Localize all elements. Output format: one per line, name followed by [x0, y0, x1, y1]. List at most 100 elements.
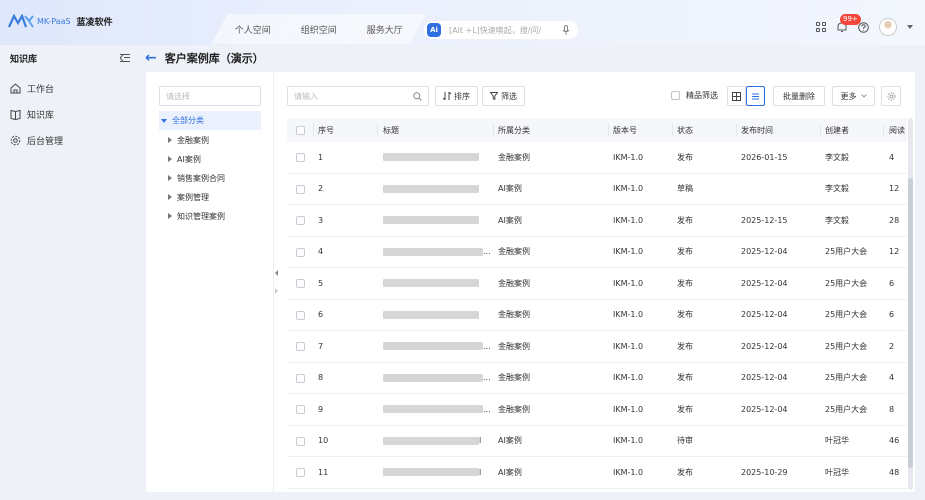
sort-button[interactable]: 排序 — [435, 86, 478, 106]
sidebar-item-admin[interactable]: 后台管理 — [0, 127, 140, 153]
microphone-icon[interactable] — [562, 25, 570, 35]
nav-tab-service-hall[interactable]: 服务大厅 — [344, 14, 426, 44]
row-title-tail[interactable]: ... — [483, 373, 491, 382]
row-title-tail[interactable]: ... — [483, 342, 491, 351]
vertical-scrollbar[interactable] — [908, 118, 913, 490]
row-version: IKM-1.0 — [613, 404, 644, 414]
chevron-down-icon[interactable] — [907, 25, 913, 29]
column-header-status[interactable]: 状态 — [677, 125, 693, 136]
column-header-creator[interactable]: 创建者 — [825, 125, 849, 136]
row-checkbox[interactable] — [296, 468, 305, 477]
title-redaction[interactable] — [383, 373, 483, 382]
row-checkbox[interactable] — [296, 216, 305, 225]
tree-node[interactable]: 案例管理 — [168, 188, 209, 206]
row-checkbox[interactable] — [296, 279, 305, 288]
row-checkbox[interactable] — [296, 153, 305, 162]
row-title-tail[interactable]: ... — [483, 405, 491, 414]
sidebar-item-workbench[interactable]: 工作台 — [0, 75, 140, 101]
table-row[interactable]: 8... 金融案例 IKM-1.0 发布 2025-12-04 25用户大会 4 — [287, 363, 907, 394]
help-icon[interactable] — [858, 21, 869, 33]
title-redaction[interactable] — [383, 247, 483, 256]
row-category: 金融案例 — [498, 152, 530, 162]
table-row[interactable]: 10 l AI案例 IKM-1.0 待审 叶冠华 46 — [287, 426, 907, 457]
title-redaction[interactable] — [383, 279, 479, 288]
tree-node-root[interactable]: 全部分类 — [159, 111, 261, 130]
table-row[interactable]: 6 金融案例 IKM-1.0 发布 2025-12-04 25用户大会 6 — [287, 300, 907, 331]
search-input[interactable]: 请输入 — [287, 86, 429, 106]
table-row[interactable]: 1 金融案例 IKM-1.0 发布 2026-01-15 李文毅 4 — [287, 142, 907, 174]
row-checkbox[interactable] — [296, 342, 305, 351]
table-row[interactable]: 2 AI案例 IKM-1.0 草稿 李文毅 12 — [287, 174, 907, 205]
row-no: 5 — [318, 278, 324, 288]
title-redaction[interactable] — [383, 468, 479, 477]
ai-icon[interactable]: Ai — [427, 23, 441, 37]
tree-node[interactable]: 金融案例 — [168, 131, 209, 149]
caret-right-icon[interactable] — [168, 213, 172, 219]
table-row[interactable]: 11 l AI案例 IKM-1.0 发布 2025-10-29 叶冠华 48 — [287, 457, 907, 489]
table-row[interactable]: 9... 金融案例 IKM-1.0 发布 2025-12-04 25用户大会 8 — [287, 394, 907, 426]
caret-right-icon[interactable] — [168, 156, 172, 162]
logo[interactable]: MK-PaaS 蓝凌软件 — [8, 14, 113, 28]
caret-right-icon[interactable] — [168, 194, 172, 200]
premium-filter-checkbox[interactable]: 精品筛选 — [671, 90, 718, 101]
row-title-tail[interactable]: ... — [483, 247, 491, 256]
title-redaction[interactable] — [383, 184, 479, 193]
title-redaction[interactable] — [383, 342, 483, 351]
column-header-version[interactable]: 版本号 — [613, 125, 637, 136]
scrollbar-thumb[interactable] — [908, 178, 913, 468]
title-redaction[interactable] — [383, 436, 479, 445]
tree-node[interactable]: 知识管理案例 — [168, 207, 225, 225]
row-title-tail[interactable]: l — [479, 436, 481, 445]
collapse-menu-icon[interactable] — [120, 54, 130, 62]
list-view-button[interactable] — [746, 86, 765, 106]
row-checkbox[interactable] — [296, 310, 305, 320]
apps-grid-icon[interactable] — [816, 22, 826, 32]
row-checkbox[interactable] — [296, 405, 305, 414]
row-checkbox[interactable] — [296, 184, 305, 194]
row-publish-time: 2025-12-04 — [741, 247, 788, 257]
collapse-left-icon[interactable] — [275, 270, 278, 276]
grid-view-button[interactable] — [727, 86, 746, 106]
select-all-checkbox[interactable] — [296, 126, 305, 135]
column-header-title[interactable]: 标题 — [383, 125, 399, 136]
quick-search-input[interactable]: Ai [Alt +L]快速唤起，搜/问/ — [424, 21, 578, 39]
row-checkbox[interactable] — [296, 373, 305, 383]
row-category: 金融案例 — [498, 373, 530, 383]
notification-bell[interactable]: 99+ — [836, 14, 861, 33]
sidebar-item-knowledge-base[interactable]: 知识库 — [0, 101, 140, 127]
column-header-category[interactable]: 所属分类 — [498, 125, 530, 136]
tree-select-input[interactable]: 请选择 — [159, 86, 261, 106]
batch-delete-button[interactable]: 批量删除 — [773, 86, 825, 106]
row-creator: 25用户大会 — [825, 404, 868, 414]
caret-down-icon[interactable] — [161, 118, 167, 123]
row-checkbox[interactable] — [296, 247, 305, 257]
expand-right-icon[interactable] — [275, 288, 278, 294]
tree-node[interactable]: 销售案例合同 — [168, 169, 225, 187]
list-view-icon — [752, 93, 759, 99]
checkbox[interactable] — [671, 91, 680, 100]
panel-resize-handle[interactable] — [274, 262, 280, 302]
tree-node[interactable]: AI案例 — [168, 150, 201, 168]
title-redaction[interactable] — [383, 405, 483, 414]
title-redaction[interactable] — [383, 310, 479, 319]
column-header-reads[interactable]: 阅读 — [889, 125, 905, 136]
column-header-no[interactable]: 序号 — [318, 125, 334, 136]
row-publish-time: 2025-12-04 — [741, 404, 788, 414]
title-redaction[interactable] — [383, 216, 479, 225]
row-checkbox[interactable] — [296, 436, 305, 446]
user-avatar[interactable] — [879, 18, 897, 36]
table-row[interactable]: 3 AI案例 IKM-1.0 发布 2025-12-15 李文毅 28 — [287, 205, 907, 237]
table-row[interactable]: 5 金融案例 IKM-1.0 发布 2025-12-04 25用户大会 6 — [287, 268, 907, 300]
more-dropdown[interactable]: 更多 — [832, 86, 875, 106]
filter-button[interactable]: 筛选 — [482, 86, 525, 106]
title-redaction[interactable] — [383, 153, 479, 162]
back-arrow-icon[interactable]: ← — [145, 50, 157, 66]
column-settings-button[interactable] — [881, 86, 901, 106]
row-title-tail[interactable]: l — [479, 468, 481, 477]
column-header-publish-time[interactable]: 发布时间 — [741, 125, 773, 136]
caret-right-icon[interactable] — [168, 175, 172, 181]
search-icon[interactable] — [413, 92, 422, 101]
caret-right-icon[interactable] — [168, 137, 172, 143]
table-row[interactable]: 7... 金融案例 IKM-1.0 发布 2025-12-04 25用户大会 2 — [287, 331, 907, 363]
table-row[interactable]: 4... 金融案例 IKM-1.0 发布 2025-12-04 25用户大会 12 — [287, 237, 907, 268]
